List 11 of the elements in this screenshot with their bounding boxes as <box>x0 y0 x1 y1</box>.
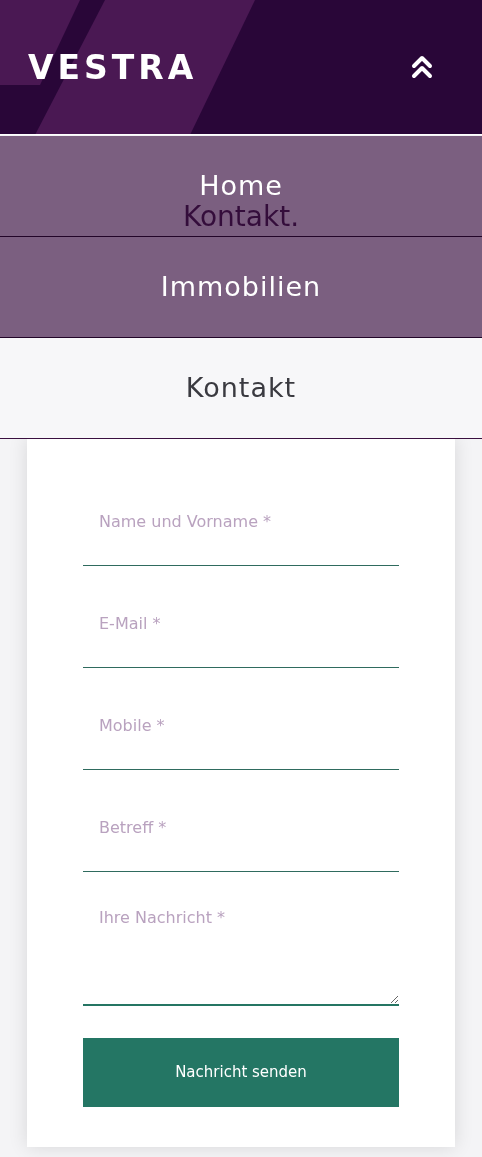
input-field[interactable]: E-Mail * <box>83 576 399 668</box>
logo[interactable]: VESTRA <box>28 50 198 84</box>
input-field[interactable]: Mobile * <box>83 678 399 770</box>
input-field[interactable]: Name und Vorname * <box>83 474 399 566</box>
menu-item[interactable]: Immobilien <box>0 237 482 338</box>
page-title: Kontakt. <box>182 203 300 233</box>
collapse-menu-button[interactable] <box>410 53 434 81</box>
send-button[interactable]: Nachricht senden <box>83 1038 399 1107</box>
message-field[interactable]: Ihre Nachricht * <box>83 882 399 1006</box>
input-field[interactable]: Betreff * <box>83 780 399 872</box>
chevrons-up-icon <box>411 54 433 80</box>
